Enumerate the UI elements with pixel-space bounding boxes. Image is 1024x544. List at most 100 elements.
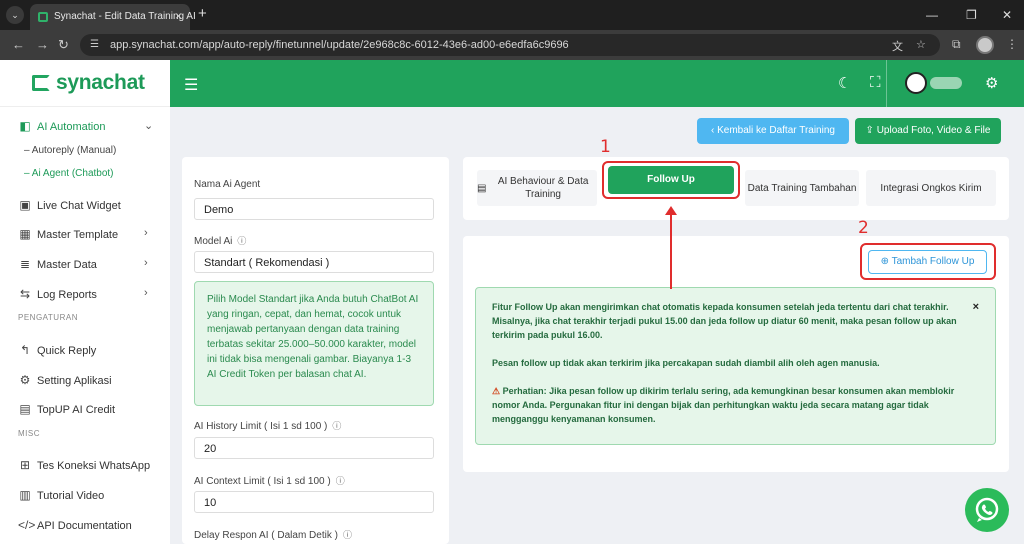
info-icon[interactable]: ⓘ [332,419,341,432]
chat-window-icon: ▣ [19,198,31,212]
history-limit-input[interactable]: 20 [194,437,434,459]
model-note: Pilih Model Standart jika Anda butuh Cha… [194,281,434,406]
log-icon: ⇆ [19,287,31,301]
tab-close-icon[interactable]: × [175,9,182,23]
button-label: Upload Foto, Video & File [876,125,991,136]
sidebar-subitem-autoreply[interactable]: – Autoreply (Manual) [24,145,116,156]
context-limit-input[interactable]: 10 [194,491,434,513]
sidebar-item-tutorial-video[interactable]: ▥ Tutorial Video [0,483,170,509]
dark-mode-icon[interactable]: ☾ [838,74,851,92]
tab-ai-behaviour[interactable]: ▤ AI Behaviour & Data Training [477,170,597,206]
chevron-right-icon: › [144,257,148,269]
fullscreen-icon[interactable]: ⛶ [870,74,881,91]
back-icon[interactable]: ← [12,37,25,52]
forward-icon[interactable]: → [36,37,49,52]
tab-search-icon[interactable]: ⌄ [6,6,24,24]
tab-label: Integrasi Ongkos Kirim [880,182,982,194]
address-bar[interactable]: ☰ app.synachat.com/app/auto-reply/finetu… [80,34,940,56]
reload-icon[interactable]: ↻ [58,37,69,53]
sidebar-item-label: API Documentation [37,520,132,532]
context-limit-value: 10 [204,497,217,509]
tab-data-training-tambahan[interactable]: Data Training Tambahan [745,170,859,206]
browser-tabbar: ⌄ Synachat - Edit Data Training AI × + —… [0,0,1024,30]
info-icon[interactable]: ⓘ [336,474,345,487]
sidebar-item-label: Master Template [37,229,119,241]
context-limit-label: AI Context Limit ( Isi 1 sd 100 ) ⓘ [194,474,345,487]
app-logo[interactable]: synachat [56,71,145,95]
info-icon[interactable]: ⓘ [237,234,246,247]
follow-up-info-alert: × Fitur Follow Up akan mengirimkan chat … [475,287,996,445]
info-icon[interactable]: ⓘ [343,528,352,541]
user-name-blurred[interactable] [930,77,962,89]
browser-tab[interactable]: Synachat - Edit Data Training AI × [30,4,196,30]
new-tab-icon[interactable]: + [198,6,207,22]
agent-name-input[interactable]: Demo [194,198,434,220]
plus-square-icon: ⊞ [19,458,31,472]
tab-integrasi-ongkir[interactable]: Integrasi Ongkos Kirim [866,170,996,206]
context-limit-label-text: AI Context Limit ( Isi 1 sd 100 ) [194,476,331,487]
model-label: Model Ai ⓘ [194,234,246,247]
sidebar-item-live-chat[interactable]: ▣ Live Chat Widget [0,193,170,219]
sidebar-item-log-reports[interactable]: ⇆ Log Reports › [0,282,170,308]
sidebar-item-master-data[interactable]: ≣ Master Data › [0,252,170,278]
sidebar-item-master-template[interactable]: ▦ Master Template › [0,222,170,248]
close-icon[interactable]: × [973,300,979,314]
browser-menu-icon[interactable]: ⋮ [1006,37,1018,51]
sidebar-item-setting-aplikasi[interactable]: ⚙ Setting Aplikasi [0,368,170,394]
upload-icon: ⇪ [865,125,877,136]
sidebar-item-tes-koneksi[interactable]: ⊞ Tes Koneksi WhatsApp [0,453,170,479]
sidebar-item-label: Setting Aplikasi [37,375,112,387]
sidebar-item-api-docs[interactable]: </> API Documentation [0,513,170,539]
url-text[interactable]: app.synachat.com/app/auto-reply/finetunn… [110,39,569,51]
book-icon: ▥ [19,488,31,502]
history-limit-value: 20 [204,443,217,455]
back-to-training-list-button[interactable]: ‹ Kembali ke Daftar Training [697,118,849,144]
annotation-highlight-2 [860,243,996,280]
whatsapp-float-button[interactable] [965,488,1009,532]
translate-icon[interactable]: 文 [892,38,903,54]
sidebar-section-pengaturan: PENGATURAN [18,313,78,322]
agent-name-label: Nama Ai Agent [194,179,261,190]
sidebar-item-label: Live Chat Widget [37,200,121,212]
app-logo-area: synachat [0,60,170,107]
header-divider [886,60,887,107]
settings-gear-icon[interactable]: ⚙ [985,74,998,92]
chevron-down-icon: ⌄ [144,120,154,132]
sidebar-section-misc: MISC [18,429,40,438]
history-limit-label: AI History Limit ( Isi 1 sd 100 ) ⓘ [194,419,341,432]
favicon-icon [38,12,48,22]
close-window-icon[interactable]: ✕ [1002,8,1012,22]
info-paragraph: Pesan follow up tidak akan terkirim jika… [492,358,880,368]
warning-paragraph: ⚠ Perhatian: Jika pesan follow up dikiri… [492,384,981,426]
robot-icon: ◧ [19,119,31,133]
sidebar-item-label: AI Automation [37,121,106,133]
gear-icon: ⚙ [19,373,31,387]
model-select-value: Standart ( Rekomendasi ) [204,257,330,269]
restore-icon[interactable]: ❐ [966,8,977,22]
hamburger-menu-icon[interactable]: ☰ [184,75,198,95]
list-icon: ≣ [19,257,31,271]
document-icon: ▤ [477,182,490,194]
minimize-icon[interactable]: — [926,8,938,22]
tab-label: AI Behaviour & Data Training [497,176,589,200]
browser-profile-avatar[interactable] [976,36,994,54]
bookmark-star-icon[interactable]: ☆ [916,38,926,51]
extensions-icon[interactable]: ⧉ [952,37,961,52]
annotation-highlight-1 [602,161,740,199]
sidebar-item-ai-automation[interactable]: ◧ AI Automation ⌄ [0,114,170,140]
sidebar-item-label: Tes Koneksi WhatsApp [37,460,151,472]
wallet-icon: ▤ [19,402,31,416]
sidebar-subitem-ai-agent[interactable]: – Ai Agent (Chatbot) [24,168,114,179]
synachat-logo-icon [32,75,50,91]
chevron-right-icon: › [144,287,148,299]
upload-files-button[interactable]: ⇪ Upload Foto, Video & File [855,118,1001,144]
annotation-number-2: 2 [858,218,869,238]
site-info-icon[interactable]: ☰ [90,39,99,50]
reply-icon: ↰ [19,343,31,357]
model-select[interactable]: Standart ( Rekomendasi ) [194,251,434,273]
model-label-text: Model Ai [194,236,233,247]
sidebar-item-quick-reply[interactable]: ↰ Quick Reply [0,338,170,364]
sidebar-item-topup[interactable]: ▤ TopUP AI Credit [0,397,170,423]
user-avatar[interactable] [905,72,927,94]
delay-label-text: Delay Respon AI ( Dalam Detik ) [194,530,338,541]
